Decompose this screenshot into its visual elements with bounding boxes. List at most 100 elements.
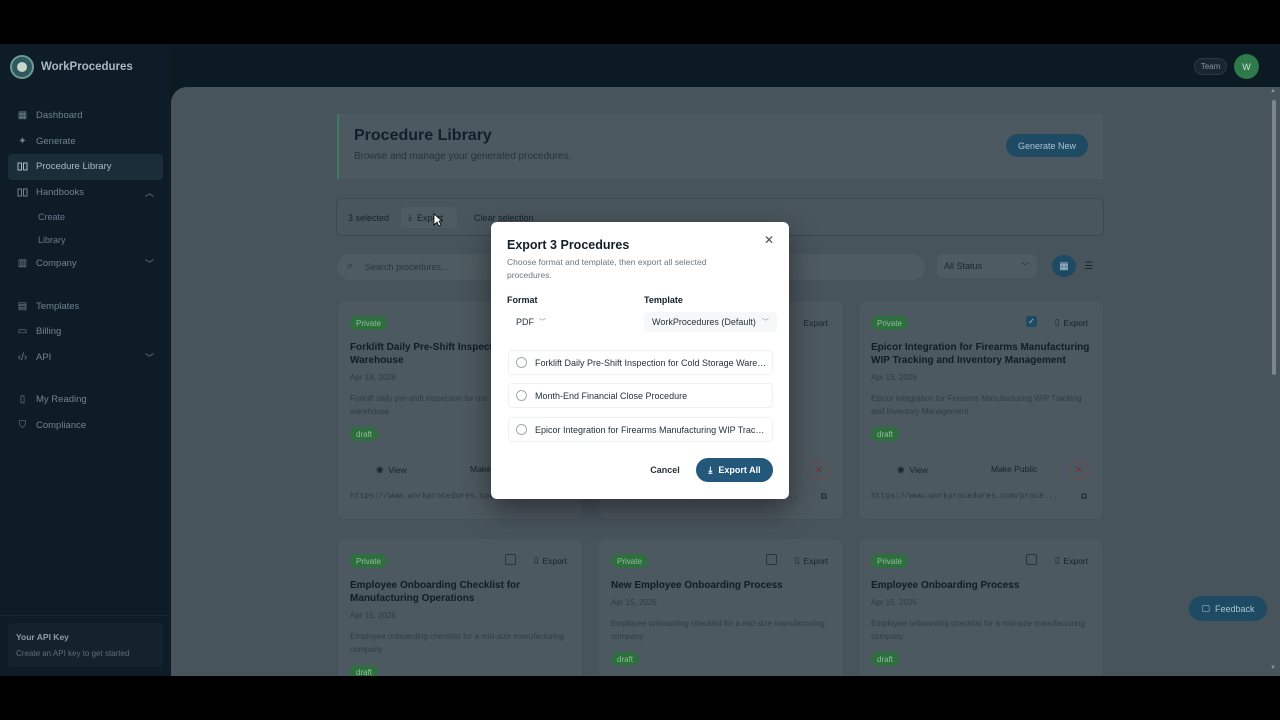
procedure-card[interactable]: Private ▯ Export New Employee Onboarding…	[598, 538, 844, 676]
close-icon[interactable]: ✕	[761, 232, 777, 248]
make-public-button[interactable]: Make Public	[991, 464, 1037, 474]
template-icon: ▤	[17, 300, 28, 312]
template-label: Template	[644, 295, 683, 305]
scroll-down-arrow[interactable]: ▼	[1270, 665, 1276, 671]
app-name: WorkProcedures	[41, 61, 133, 73]
sidebar-item-templates[interactable]: ▤ Templates	[8, 294, 163, 320]
book-open-icon	[17, 187, 28, 198]
procedure-card[interactable]: Private ✓ ▯ Export Epicor Integration fo…	[858, 300, 1104, 520]
card-description: Employee onboarding checklist for a mid-…	[350, 632, 564, 654]
card-title: Employee Onboarding Checklist for Manufa…	[350, 580, 521, 604]
procedure-option[interactable]: Forklift Daily Pre-Shift Inspection for …	[508, 350, 773, 375]
sidebar-item-billing[interactable]: ▭ Billing	[8, 319, 163, 345]
select-checkbox[interactable]: ✓	[1026, 316, 1037, 327]
code-icon: ‹/›	[17, 351, 28, 363]
card-export-button[interactable]: ▯ Export	[534, 552, 567, 569]
sidebar-item-label: Company	[36, 258, 77, 270]
view-button[interactable]: ◉ View	[376, 464, 407, 475]
delete-button[interactable]: ✕	[809, 460, 829, 480]
delete-button[interactable]: ✕	[1069, 460, 1089, 480]
avatar[interactable]: W	[1234, 54, 1259, 79]
select-checkbox[interactable]	[505, 554, 516, 565]
brand[interactable]: WorkProcedures	[10, 55, 133, 79]
card-export-button[interactable]: ▯ Export	[1055, 552, 1088, 569]
select-checkbox[interactable]	[1026, 554, 1037, 565]
format-select[interactable]: PDF ﹀	[507, 312, 632, 332]
template-select[interactable]: WorkProcedures (Default) ﹀	[644, 312, 777, 332]
bulk-export-button[interactable]: ⤓ Export	[401, 207, 457, 228]
chat-icon: ▢	[1201, 603, 1210, 613]
sidebar-item-company[interactable]: ▥ Company ﹀	[8, 251, 163, 277]
book-icon	[17, 161, 28, 172]
api-key-panel[interactable]: Your API Key Create an API key to get st…	[8, 623, 163, 667]
make-public-button[interactable]: Make	[470, 464, 491, 474]
procedure-option-label: Month-End Financial Close Procedure	[535, 390, 688, 401]
sidebar-divider	[0, 615, 170, 616]
radio-button[interactable]	[516, 424, 527, 435]
grid-view-toggle[interactable]: ▦	[1052, 255, 1076, 277]
card-export-label: Export	[542, 555, 567, 566]
api-key-subtitle: Create an API key to get started	[16, 649, 130, 658]
chevron-down-icon: ﹀	[761, 319, 769, 326]
copy-icon[interactable]: ⧉	[1081, 491, 1087, 502]
card-title: Epicor Integration for Firearms Manufact…	[871, 342, 1090, 366]
list-icon: ☰	[1084, 260, 1094, 272]
card-icon: ▭	[17, 326, 28, 338]
card-description: Epicor Integration for Firearms Manufact…	[871, 394, 1082, 416]
visibility-badge: Private	[871, 554, 908, 568]
scrollbar-thumb[interactable]	[1272, 100, 1276, 375]
sidebar-item-api[interactable]: ‹/› API ﹀	[8, 345, 163, 371]
sidebar-item-label: Procedure Library	[36, 161, 112, 173]
radio-button[interactable]	[516, 357, 527, 368]
card-export-label: Export	[803, 555, 828, 566]
sidebar-subitem-create[interactable]: Create	[8, 205, 163, 228]
sidebar-item-compliance[interactable]: ⛉ Compliance	[8, 413, 163, 439]
card-date: Apr 15, 2026	[871, 598, 917, 607]
template-value: WorkProcedures (Default)	[652, 317, 756, 327]
sidebar-item-dashboard[interactable]: ▦ Dashboard	[8, 103, 163, 129]
sidebar-item-handbooks[interactable]: Handbooks ︿	[8, 180, 163, 206]
select-checkbox[interactable]	[766, 554, 777, 565]
card-export-button[interactable]: Export	[803, 314, 828, 331]
file-icon: ▯	[533, 555, 539, 565]
building-icon: ▥	[17, 258, 28, 270]
radio-button[interactable]	[516, 390, 527, 401]
team-button[interactable]: Team	[1194, 58, 1227, 75]
chevron-up-icon: ︿	[144, 187, 154, 198]
cancel-button[interactable]: Cancel	[637, 459, 693, 481]
view-button[interactable]: ◉ View	[897, 464, 928, 475]
chevron-down-icon: ﹀	[144, 352, 154, 363]
sidebar-item-label: My Reading	[36, 394, 87, 406]
list-view-toggle[interactable]: ☰	[1077, 255, 1101, 277]
sidebar-item-procedure-library[interactable]: Procedure Library	[8, 154, 163, 180]
card-export-button[interactable]: ▯ Export	[795, 552, 828, 569]
selected-count: 3 selected	[348, 213, 390, 223]
generate-new-button[interactable]: Generate New	[1006, 134, 1088, 157]
sidebar-item-label: API	[36, 351, 52, 363]
sidebar-subitem-library[interactable]: Library	[8, 228, 163, 251]
sidebar-item-label: Compliance	[36, 419, 87, 431]
copy-icon[interactable]: ⧉	[821, 491, 827, 502]
card-export-label: Export	[803, 317, 828, 328]
feedback-button[interactable]: ▢ Feedback	[1189, 596, 1267, 621]
procedure-card[interactable]: Private ▯ Export Employee Onboarding Che…	[337, 538, 583, 676]
card-export-label: Export	[1063, 555, 1088, 566]
sidebar-item-my-reading[interactable]: ▯ My Reading	[8, 387, 163, 413]
close-icon: ✕	[1074, 464, 1084, 476]
procedure-card[interactable]: Private ▯ Export Employee Onboarding Pro…	[858, 538, 1104, 676]
status-filter[interactable]: All Status ﹀	[937, 254, 1037, 278]
download-icon: ⤓	[408, 212, 412, 222]
file-icon: ▯	[1054, 317, 1060, 327]
chevron-down-icon: ﹀	[1021, 261, 1029, 271]
card-export-button[interactable]: ▯ Export	[1055, 314, 1088, 331]
procedure-option[interactable]: Epicor Integration for Firearms Manufact…	[508, 417, 773, 442]
procedure-option[interactable]: Month-End Financial Close Procedure	[508, 383, 773, 408]
visibility-badge: Private	[871, 316, 908, 330]
dialog-description: Choose format and template, then export …	[507, 257, 707, 280]
scroll-up-arrow[interactable]: ▲	[1270, 88, 1276, 94]
status-badge: draft	[871, 652, 900, 666]
sidebar-item-generate[interactable]: ✦ Generate	[8, 129, 163, 155]
export-all-button[interactable]: ⤓ Export All	[696, 458, 773, 482]
share-url: https://www.workprocedures.com/proce...	[871, 491, 1059, 501]
eye-icon: ◉	[376, 464, 384, 474]
